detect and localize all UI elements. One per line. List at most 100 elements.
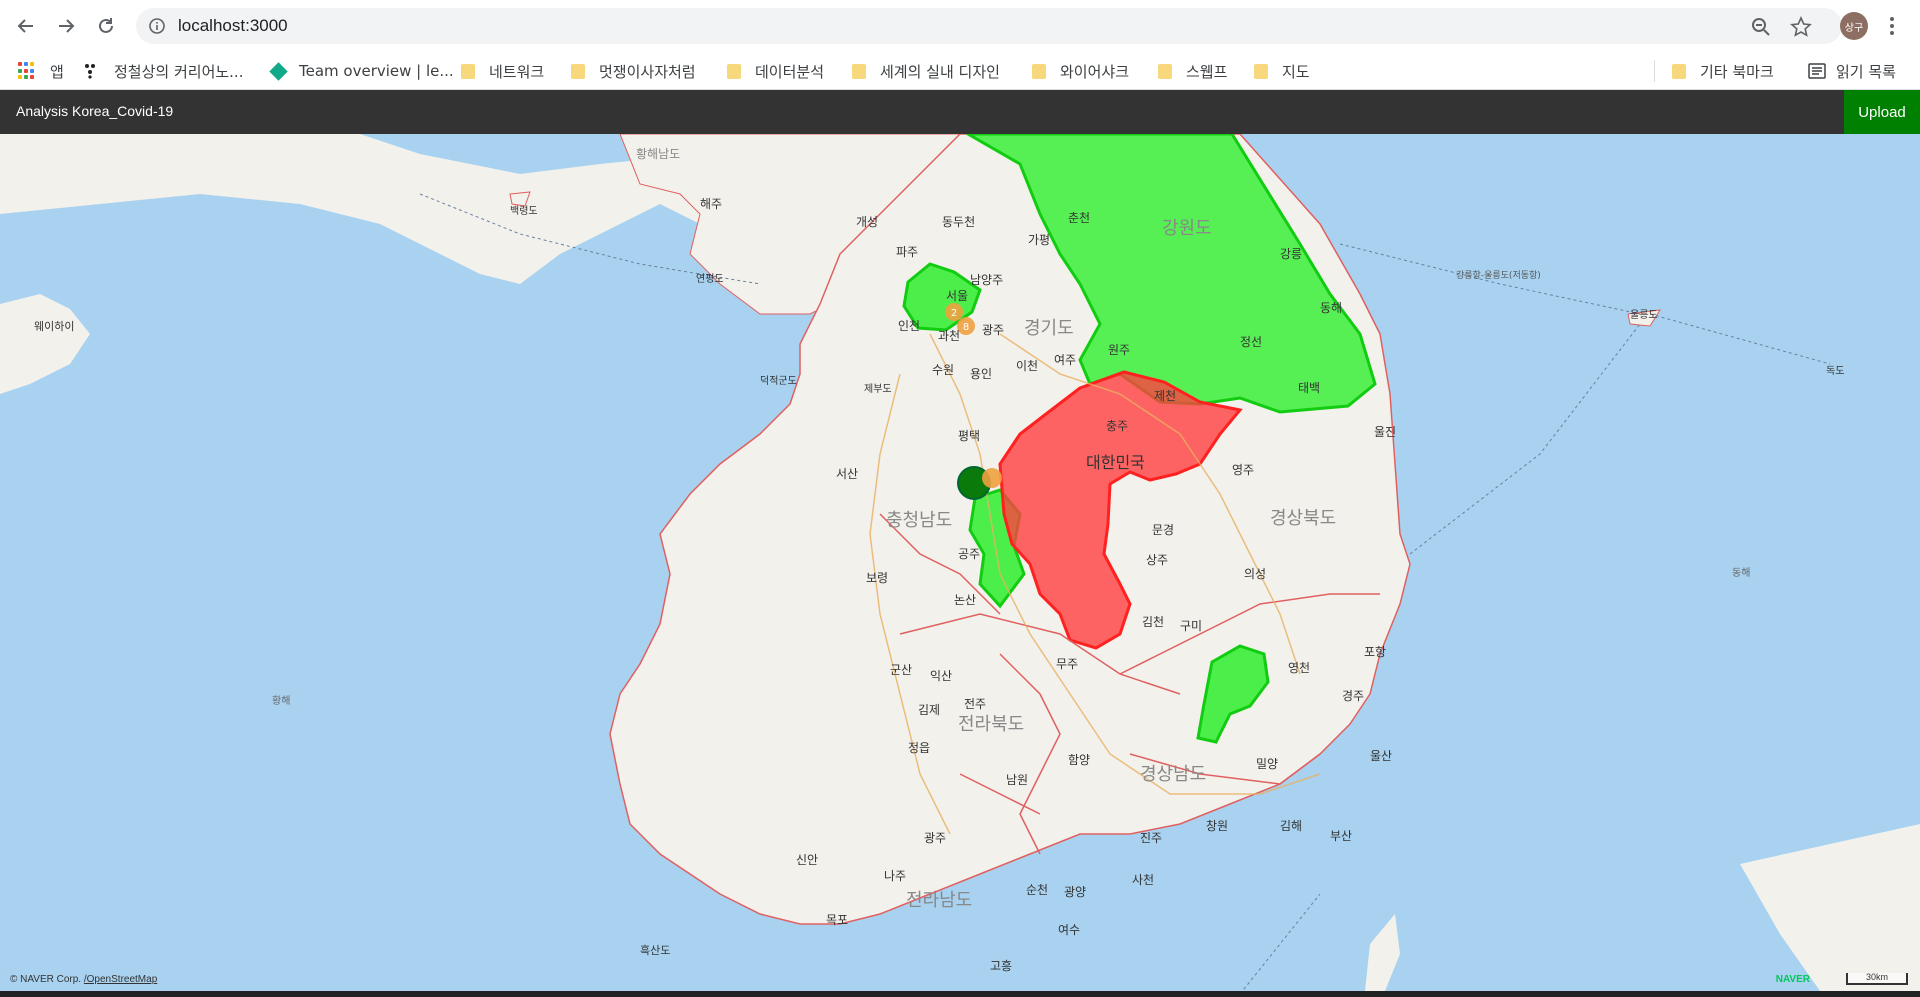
bookmark-label: 세계의 실내 디자인 [880, 62, 1000, 81]
browser-toolbar: localhost:3000 상구 [0, 0, 1920, 52]
map-canvas[interactable]: 2 8 황해남도 해주 개성 동두천 파주 가평 춘천 강원도 강릉 남양주 서… [0, 134, 1920, 991]
cluster-count: 2 [951, 308, 957, 319]
label-jebu: 제부도 [864, 383, 892, 395]
reload-button[interactable] [92, 12, 120, 40]
taskbar-strip [0, 991, 1920, 997]
map-attribution: © NAVER Corp. /OpenStreetMap [10, 974, 157, 985]
folder-icon [1032, 63, 1046, 79]
bookmark-team-overview[interactable]: Team overview | le... [269, 52, 454, 90]
profile-avatar[interactable]: 상구 [1840, 12, 1868, 40]
label-suncheon: 순천 [1026, 882, 1048, 897]
label-east-sea: 동해 [1732, 566, 1750, 579]
label-donghae: 동해 [1320, 301, 1342, 315]
label-miryang: 밀양 [1256, 757, 1278, 771]
bookmark-map[interactable]: 지도 [1254, 52, 1310, 90]
label-sinan: 신안 [796, 853, 818, 867]
bookmark-data-analysis[interactable]: 데이터분석 [727, 52, 824, 90]
bookmark-interior-design[interactable]: 세계의 실내 디자인 [852, 52, 1000, 90]
reading-list-label: 읽기 목록 [1836, 62, 1896, 81]
diamond-icon [269, 61, 288, 81]
label-wonju: 원주 [1108, 343, 1130, 357]
label-muju: 무주 [1056, 657, 1078, 671]
label-yeongcheon: 영천 [1288, 660, 1310, 675]
bookmark-label: 정철상의 커리어노... [114, 62, 244, 81]
island-tsushima [1365, 914, 1400, 991]
label-sangju: 상주 [1146, 553, 1168, 567]
label-naju: 나주 [884, 869, 906, 883]
label-jeonbuk: 전라북도 [958, 714, 1024, 735]
arrow-right-icon [59, 19, 75, 33]
upload-button[interactable]: Upload [1844, 90, 1920, 134]
label-jeonju: 전주 [964, 697, 986, 711]
address-bar[interactable]: localhost:3000 [136, 8, 1842, 44]
bookmark-label: 와이어샤크 [1060, 62, 1130, 81]
zoom-icon[interactable] [1750, 16, 1772, 38]
naver-logo[interactable]: NAVER [1776, 974, 1810, 985]
label-jeongseon: 정선 [1240, 335, 1262, 349]
label-yongin: 용인 [970, 367, 992, 381]
bookmark-apps[interactable]: 앱 [18, 52, 64, 90]
osm-link[interactable]: /OpenStreetMap [84, 974, 157, 985]
label-ferry-route: 강릉항-울릉도(저동항) [1456, 270, 1541, 281]
url-text[interactable]: localhost:3000 [178, 16, 288, 36]
label-ulsan: 울산 [1370, 749, 1392, 763]
label-seosan: 서산 [836, 467, 858, 481]
label-hwanghae: 황해남도 [636, 147, 680, 161]
label-yeoju: 여주 [1054, 353, 1076, 367]
folder-icon [461, 63, 475, 79]
label-hamyang: 함양 [1068, 753, 1090, 767]
info-icon[interactable] [148, 17, 166, 35]
label-gangneung: 강릉 [1280, 247, 1302, 261]
app-title: Analysis Korea_Covid-19 [16, 103, 174, 119]
label-haeju: 해주 [700, 197, 722, 211]
label-gongju: 공주 [958, 547, 980, 561]
label-goheung: 고흥 [990, 959, 1012, 973]
label-dokdo: 독도 [1826, 365, 1844, 377]
reading-list-icon [1808, 63, 1826, 79]
arrow-left-icon [17, 19, 33, 33]
label-mokpo: 목포 [826, 913, 848, 927]
reading-list[interactable]: 읽기 목록 [1808, 52, 1896, 90]
bookmark-other[interactable]: 기타 북마크 [1672, 52, 1774, 90]
label-gimcheon: 김천 [1142, 614, 1164, 629]
label-paju: 파주 [896, 245, 918, 259]
label-baengnyeong: 백령도 [510, 205, 538, 217]
bookmark-career[interactable]: 정철상의 커리어노... [84, 52, 243, 90]
label-gunsan: 군산 [890, 663, 912, 677]
korea-map[interactable]: 2 8 황해남도 해주 개성 동두천 파주 가평 춘천 강원도 강릉 남양주 서… [0, 134, 1920, 991]
bookmark-wireshark[interactable]: 와이어샤크 [1032, 52, 1129, 90]
apps-grid-icon [18, 62, 36, 80]
label-seoul: 서울 [946, 289, 968, 303]
reload-icon [99, 18, 113, 33]
bookmarks-bar: 앱 정철상의 커리어노... Team overview | le... 네트워… [0, 52, 1920, 90]
label-heuksando: 흑산도 [640, 943, 670, 957]
back-button[interactable] [12, 12, 40, 40]
bookmark-label: 스웹프 [1186, 62, 1228, 81]
label-gumi: 구미 [1180, 619, 1202, 633]
bookmark-swamp[interactable]: 스웹프 [1158, 52, 1227, 90]
bookmark-likelion[interactable]: 멋쟁이사자처럼 [571, 52, 696, 90]
label-gapyeong: 가평 [1028, 233, 1050, 247]
label-changwon: 창원 [1206, 819, 1228, 833]
label-pohang: 포항 [1364, 645, 1386, 659]
label-gyeongju: 경주 [1342, 689, 1364, 703]
bookmark-network[interactable]: 네트워크 [461, 52, 544, 90]
label-weihai: 웨이하이 [34, 319, 74, 333]
star-icon[interactable] [1790, 16, 1812, 38]
label-jinju: 진주 [1140, 831, 1162, 845]
label-chungnam: 충청남도 [886, 510, 952, 531]
label-sacheon: 사천 [1132, 872, 1154, 887]
label-yeongju: 영주 [1232, 463, 1254, 477]
label-nonsan: 논산 [954, 593, 976, 607]
cluster-marker[interactable] [982, 468, 1002, 488]
menu-dots-icon[interactable] [1884, 12, 1900, 40]
label-incheon: 인천 [898, 318, 920, 333]
label-gimhae: 김해 [1280, 819, 1302, 833]
label-jecheon: 제천 [1154, 388, 1176, 403]
map-scale: 30km [1846, 973, 1908, 985]
bookmark-label: 멋쟁이사자처럼 [599, 62, 696, 81]
label-gwangju: 광주 [924, 831, 946, 845]
label-chuncheon: 춘천 [1068, 210, 1090, 225]
forward-button[interactable] [52, 12, 80, 40]
bookmarks-divider [1654, 60, 1655, 82]
